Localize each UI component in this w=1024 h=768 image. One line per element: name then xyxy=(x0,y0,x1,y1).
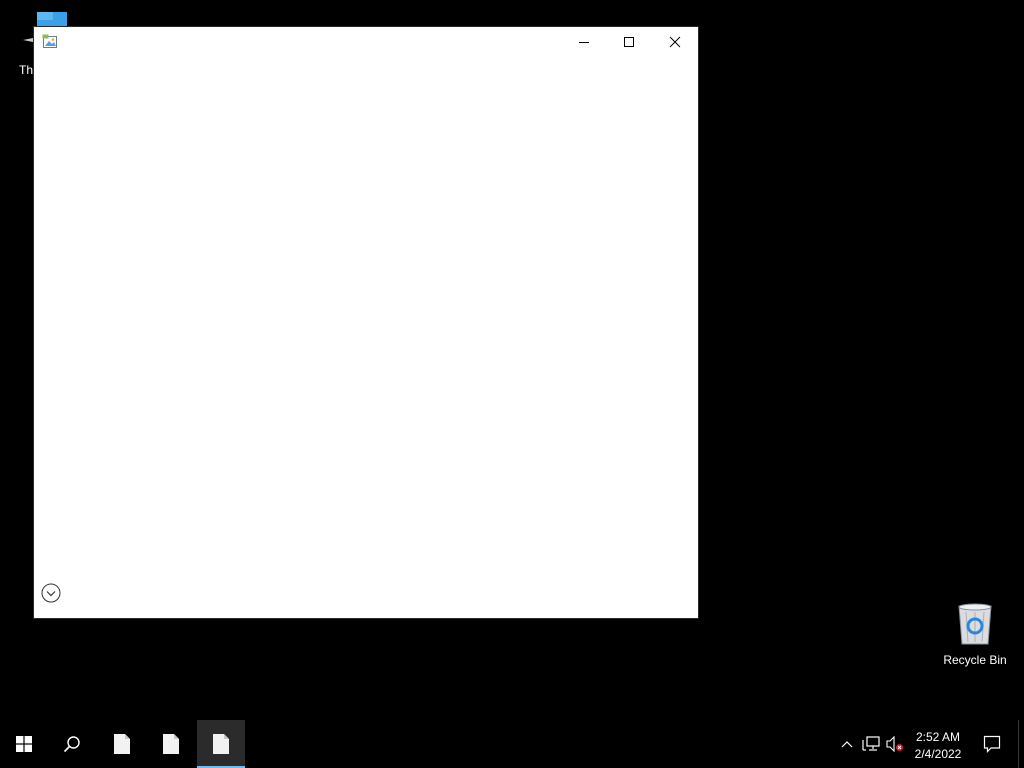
close-icon xyxy=(669,36,681,48)
search-button[interactable] xyxy=(48,720,96,768)
search-icon xyxy=(63,736,80,753)
clock-date: 2/4/2022 xyxy=(914,747,962,761)
taskbar: 2:52 AM 2/4/2022 xyxy=(0,720,1024,768)
desktop-icon-recycle-bin[interactable]: Recycle Bin xyxy=(938,602,1012,667)
clock-time: 2:52 AM xyxy=(915,730,961,744)
start-button[interactable] xyxy=(0,720,48,768)
taskbar-clock[interactable]: 2:52 AM 2/4/2022 xyxy=(908,729,968,763)
volume-muted-icon xyxy=(886,736,903,752)
maximize-icon xyxy=(624,37,634,47)
taskbar-app-button[interactable] xyxy=(98,720,146,768)
document-icon xyxy=(114,734,130,754)
volume-tray-button[interactable] xyxy=(885,734,905,754)
image-app-icon xyxy=(42,34,57,48)
desktop-icon-label: Recycle Bin xyxy=(943,653,1007,667)
network-icon xyxy=(862,736,880,751)
document-icon xyxy=(213,734,229,754)
taskbar-app-button-active[interactable] xyxy=(197,720,245,768)
chevron-down-circle-icon xyxy=(41,583,61,603)
app-window xyxy=(34,27,698,618)
network-tray-button[interactable] xyxy=(861,734,881,754)
document-icon xyxy=(163,734,179,754)
maximize-button[interactable] xyxy=(606,27,652,57)
recycle-bin-icon xyxy=(958,603,992,645)
action-center-button[interactable] xyxy=(972,720,1012,768)
minimize-button[interactable] xyxy=(561,27,607,57)
window-titlebar[interactable] xyxy=(34,27,698,57)
action-center-icon xyxy=(983,735,1001,753)
taskbar-app-button[interactable] xyxy=(147,720,195,768)
minimize-icon xyxy=(579,42,589,43)
chevron-up-icon xyxy=(841,741,853,748)
show-desktop-button[interactable] xyxy=(1018,720,1024,768)
windows-logo-icon xyxy=(16,736,32,752)
close-button[interactable] xyxy=(652,27,698,57)
expand-details-button[interactable] xyxy=(41,583,61,603)
show-hidden-icons-button[interactable] xyxy=(837,734,857,754)
desktop: Thi Recycle Bin xyxy=(0,0,1024,720)
